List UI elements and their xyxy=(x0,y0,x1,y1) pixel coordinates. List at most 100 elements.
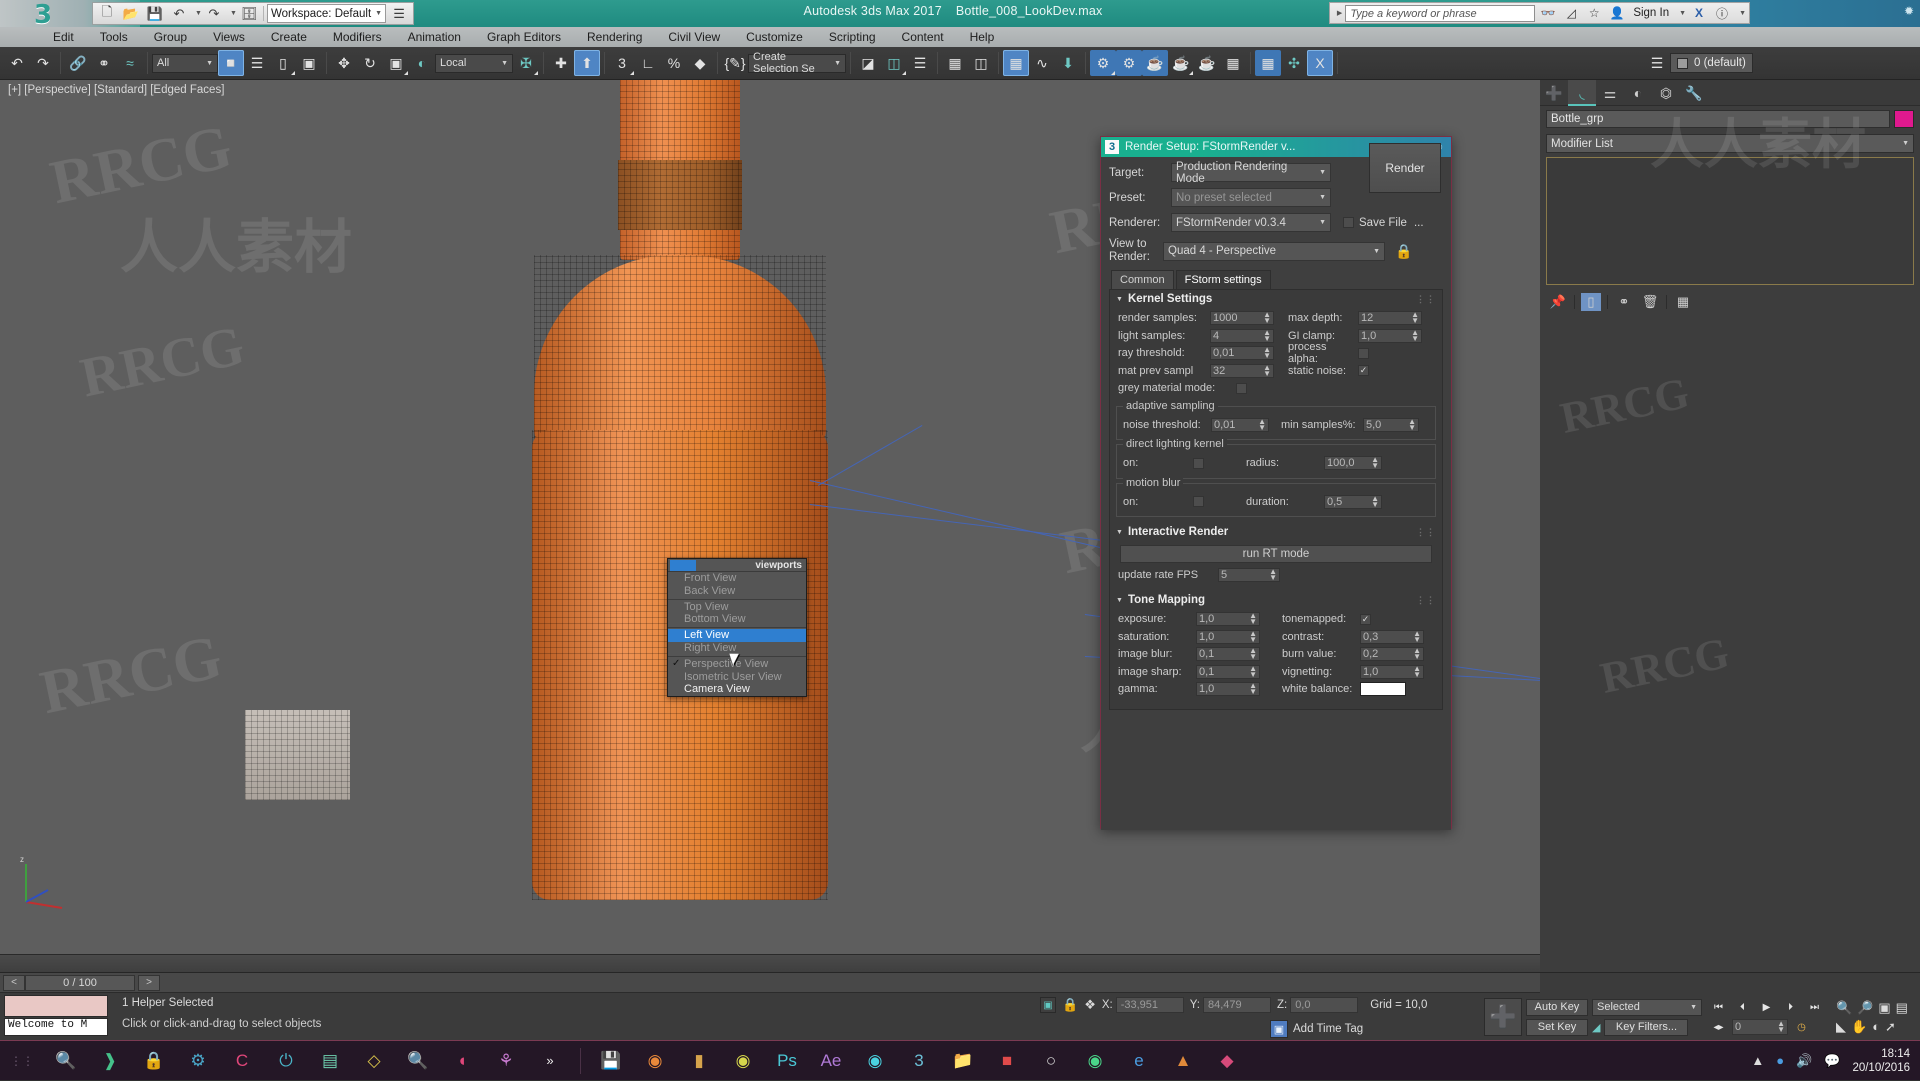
infocenter[interactable]: ▶ Type a keyword or phrase 👓 ◿ ☆ 👤 Sign … xyxy=(1328,2,1750,24)
spinner-arrows-icon[interactable]: ▲ ▼ xyxy=(1413,629,1421,643)
play-animation-icon[interactable]: ▶ xyxy=(1756,999,1777,1016)
gamma-spinner[interactable]: 1,0 ▲ ▼ xyxy=(1196,682,1260,696)
menu-item-bottom-view[interactable]: Bottom View xyxy=(668,613,806,626)
volume-icon[interactable]: 🔊 xyxy=(1796,1053,1812,1069)
spinner-arrows-icon[interactable]: ▲ ▼ xyxy=(1413,647,1421,661)
modifier-stack-list[interactable] xyxy=(1546,157,1914,285)
rectangular-selection-region-icon[interactable]: ▯ xyxy=(270,50,296,76)
field-of-view-icon[interactable]: ◣ xyxy=(1836,1019,1846,1035)
dlk-on-checkbox[interactable] xyxy=(1193,457,1204,469)
magnifier-icon[interactable]: 🔍 xyxy=(396,1041,440,1081)
menu-item-create[interactable]: Create xyxy=(258,27,320,47)
percent-snap-toggle-icon[interactable]: % xyxy=(661,50,687,76)
autodesk-360-icon[interactable]: ◿ xyxy=(1561,4,1581,22)
max-depth-spinner[interactable]: 12 ▲ ▼ xyxy=(1358,311,1422,325)
select-and-scale-icon[interactable]: ▣ xyxy=(383,50,409,76)
viewport-time-slider-track[interactable] xyxy=(0,954,1540,972)
exchange-icon[interactable]: X xyxy=(1689,4,1709,22)
open-ui-grid-icon[interactable]: ▦ xyxy=(1255,50,1281,76)
static-noise-checkbox[interactable]: ✓ xyxy=(1358,365,1369,376)
minimize-ribbon-icon[interactable]: ✹ xyxy=(1904,4,1914,18)
add-time-tag-control[interactable]: ▣ Add Time Tag xyxy=(1270,1020,1363,1038)
spinner-arrows-icon[interactable]: ▲ ▼ xyxy=(1249,647,1257,661)
modifier-stack-buttons[interactable]: 📌 ▯ ⚭ 🗑 ▦ xyxy=(1540,289,1920,315)
binoculars-icon[interactable]: 👓 xyxy=(1538,4,1558,22)
auto-key-button[interactable]: Auto Key xyxy=(1526,998,1588,1016)
time-tag-icon[interactable]: ▣ xyxy=(1270,1020,1288,1038)
layer-selector[interactable]: 0 (default) xyxy=(1670,53,1753,73)
select-and-manipulate-icon[interactable]: ✚ xyxy=(548,50,574,76)
vignetting-spinner[interactable]: 1,0 ▲ ▼ xyxy=(1360,664,1424,679)
coord-x[interactable]: X: -33,951 xyxy=(1102,997,1184,1013)
photoshop-icon[interactable]: Ps xyxy=(765,1041,809,1081)
key-filters-button[interactable]: Key Filters... xyxy=(1604,1018,1689,1036)
go-to-start-icon[interactable]: ⏮ xyxy=(1708,999,1729,1016)
coord-x-value[interactable]: -33,951 xyxy=(1115,997,1184,1013)
save-file-browse-button[interactable]: ... xyxy=(1414,217,1424,229)
image-blur-spinner[interactable]: 0,1 ▲ ▼ xyxy=(1196,647,1260,661)
spinner-snap-toggle-icon[interactable]: ◆ xyxy=(687,50,713,76)
notifications-icon[interactable]: 💬 xyxy=(1824,1053,1840,1069)
edit-named-selection-sets-icon[interactable]: {✎} xyxy=(722,50,748,76)
taskbar-handle-icon[interactable]: ⋮⋮ xyxy=(0,1041,44,1081)
exposure-spinner[interactable]: 1,0 ▲ ▼ xyxy=(1196,612,1260,626)
current-frame-row[interactable]: ◂▸ 0 ▲ ▼ ◷ xyxy=(1708,1019,1825,1036)
menu-item-graph-editors[interactable]: Graph Editors xyxy=(474,27,574,47)
image-sharp-spinner[interactable]: 0,1 ▲ ▼ xyxy=(1196,664,1260,679)
layer-explorer-icon[interactable]: ☰ xyxy=(907,50,933,76)
coord-z-value[interactable]: 0,0 xyxy=(1290,997,1359,1013)
menu-item-back-view[interactable]: Back View xyxy=(668,585,806,598)
rendered-frame-window-icon[interactable]: ☕ xyxy=(1142,50,1168,76)
spinner-arrows-icon[interactable]: ▲ ▼ xyxy=(1249,612,1257,626)
render-button[interactable]: Render xyxy=(1369,143,1441,193)
network-icon[interactable]: ⚘ xyxy=(484,1041,528,1081)
menu-item-left-view[interactable]: Left View xyxy=(668,629,806,642)
pin-stack-icon[interactable]: 📌 xyxy=(1548,293,1568,311)
spinner-arrows-icon[interactable]: ▲ ▼ xyxy=(1249,682,1257,696)
sign-in-button[interactable]: Sign In xyxy=(1630,7,1672,19)
menu-item-top-view[interactable]: Top View xyxy=(668,601,806,614)
select-object-icon[interactable]: ◽ xyxy=(218,50,244,76)
maximize-viewport-toggle-icon[interactable]: ➚ xyxy=(1885,1019,1896,1035)
spinner-arrows-icon[interactable]: ▲ ▼ xyxy=(1269,568,1277,582)
menu-item-rendering[interactable]: Rendering xyxy=(574,27,655,47)
listener-pink-field[interactable] xyxy=(4,995,108,1017)
user-icon[interactable]: 👤 xyxy=(1607,4,1627,22)
folder-icon[interactable]: ▮ xyxy=(677,1041,721,1081)
spinner-arrows-icon[interactable]: ▲ ▼ xyxy=(1263,346,1271,360)
object-name-input[interactable]: Bottle_grp xyxy=(1546,110,1890,128)
windows-taskbar[interactable]: ⋮⋮ 🔍 ❱ 🔒 ⚙ C ⏻ ▤ ◇ 🔍 ◖ ⚘ » 💾 ◉ ▮ ◉ Ps Ae… xyxy=(0,1040,1920,1080)
render-setup-tabs[interactable]: Common FStorm settings xyxy=(1111,270,1443,289)
process-alpha-checkbox[interactable] xyxy=(1358,347,1369,359)
save-app-icon[interactable]: 💾 xyxy=(589,1041,633,1081)
key-mode-toggle-icon[interactable]: ◂▸ xyxy=(1708,1019,1729,1036)
coord-z[interactable]: Z: 0,0 xyxy=(1277,997,1359,1013)
menu-item-front-view[interactable]: Front View xyxy=(668,572,806,585)
gi-clamp-spinner[interactable]: 1,0 ▲ ▼ xyxy=(1358,328,1422,343)
noise-threshold-spinner[interactable]: 0,01 ▲ ▼ xyxy=(1211,417,1269,432)
update-rate-spinner[interactable]: 5 ▲ ▼ xyxy=(1218,568,1280,582)
spinner-arrows-icon[interactable]: ▲ ▼ xyxy=(1263,328,1271,342)
preset-combo[interactable]: No preset selected ▼ xyxy=(1171,188,1331,207)
next-frame-icon[interactable]: ⏵ xyxy=(1780,999,1801,1016)
key-mode-combo[interactable]: Selected ▼ xyxy=(1592,998,1702,1016)
curve-editor-icon[interactable]: ▦ xyxy=(1003,50,1029,76)
toggle-scene-explorer-icon[interactable]: ▦ xyxy=(942,50,968,76)
edge-icon[interactable]: e xyxy=(1117,1041,1161,1081)
zoom-region-icon[interactable]: ▤ xyxy=(1896,1000,1908,1016)
viewport-label[interactable]: [+] [Perspective] [Standard] [Edged Face… xyxy=(8,84,224,96)
spinner-arrows-icon[interactable]: ▲ ▼ xyxy=(1777,1020,1785,1034)
bottle-mesh-object[interactable] xyxy=(500,80,890,950)
menu-item-group[interactable]: Group xyxy=(141,27,200,47)
listener-white-field[interactable]: Welcome to M xyxy=(4,1018,108,1036)
taskbar-overflow-icon[interactable]: » xyxy=(528,1041,572,1081)
spinner-arrows-icon[interactable]: ▲ ▼ xyxy=(1249,664,1257,678)
spinner-arrows-icon[interactable]: ▲ ▼ xyxy=(1408,417,1416,431)
select-and-link-icon[interactable]: 🔗 xyxy=(65,50,91,76)
taskbar-clock[interactable]: 18:14 20/10/2016 xyxy=(1852,1047,1910,1075)
align-icon[interactable]: ◫ xyxy=(881,50,907,76)
modify-tab[interactable]: ◟ xyxy=(1568,80,1596,106)
search-icon[interactable]: 🔍 xyxy=(44,1041,88,1081)
view-to-render-combo[interactable]: Quad 4 - Perspective ▼ xyxy=(1163,241,1385,261)
dropbox-tray-icon[interactable]: ● xyxy=(1776,1053,1784,1068)
